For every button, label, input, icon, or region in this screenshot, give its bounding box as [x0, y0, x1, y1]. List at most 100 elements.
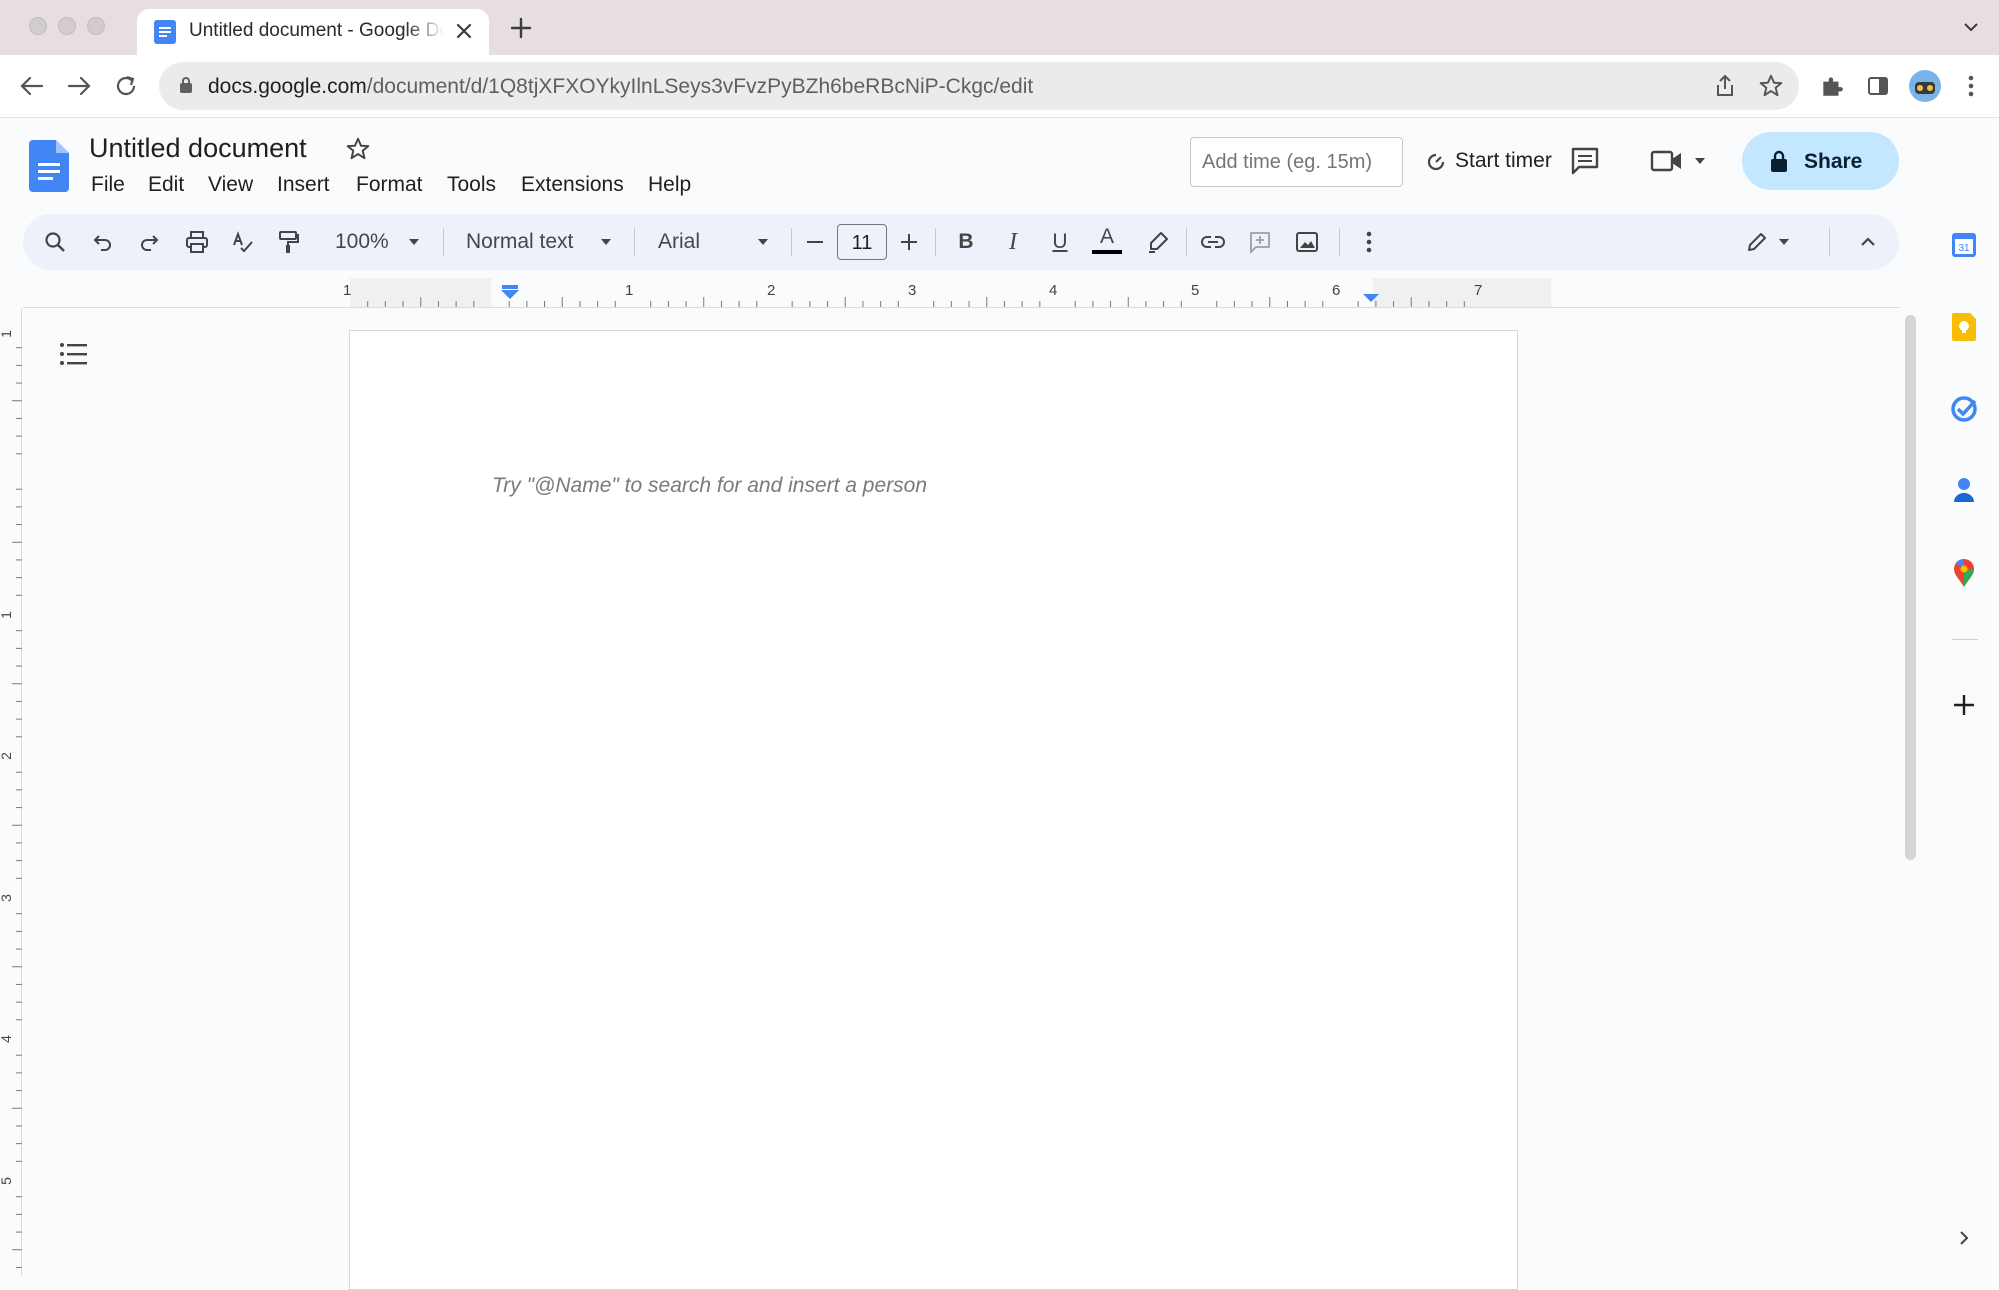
side-panel-icon[interactable] — [1866, 74, 1890, 98]
window-close-button[interactable] — [29, 17, 47, 35]
profile-avatar[interactable] — [1908, 69, 1942, 103]
url-text: docs.google.com/document/d/1Q8tjXFXOYkyI… — [208, 75, 1034, 98]
highlight-pen-icon[interactable] — [1140, 214, 1176, 270]
bookmark-star-icon[interactable] — [1758, 73, 1784, 99]
address-bar[interactable]: docs.google.com/document/d/1Q8tjXFXOYkyI… — [159, 62, 1799, 110]
vertical-scrollbar[interactable] — [1905, 315, 1916, 860]
paint-format-icon[interactable] — [271, 214, 307, 270]
editing-mode-pencil-icon[interactable] — [1739, 214, 1775, 270]
text-color-swatch — [1092, 249, 1122, 254]
add-comment-icon[interactable] — [1242, 214, 1278, 270]
menu-extensions[interactable]: Extensions — [521, 173, 624, 197]
decrease-font-size-icon[interactable] — [800, 214, 830, 270]
more-options-icon[interactable] — [1354, 214, 1384, 270]
share-label: Share — [1804, 150, 1863, 173]
italic-button[interactable]: I — [998, 214, 1028, 270]
svg-text:31: 31 — [1958, 243, 1970, 254]
vertical-ruler[interactable]: 1 1 2 3 4 5 — [0, 308, 22, 1276]
insert-image-icon[interactable] — [1289, 214, 1325, 270]
new-tab-button[interactable] — [509, 16, 533, 40]
menu-help[interactable]: Help — [648, 173, 691, 197]
browser-tab[interactable]: Untitled document - Google Docs — [137, 9, 489, 55]
menu-view[interactable]: View — [208, 173, 253, 197]
start-timer-button[interactable]: Start timer — [1455, 149, 1552, 173]
left-indent-marker — [501, 290, 519, 299]
document-title[interactable]: Untitled document — [89, 133, 307, 164]
menu-file[interactable]: File — [91, 173, 125, 197]
font-select[interactable]: Arial — [658, 214, 738, 270]
paragraph-style-select[interactable]: Normal text — [466, 214, 606, 270]
menu-tools[interactable]: Tools — [447, 173, 496, 197]
meet-camera-icon[interactable] — [1650, 149, 1684, 173]
docs-icon — [154, 20, 176, 44]
ruler-label: 1 — [343, 282, 352, 299]
undo-icon[interactable] — [85, 214, 121, 270]
first-line-indent-marker — [502, 285, 518, 289]
calendar-icon[interactable]: 31 — [1949, 230, 1979, 260]
horizontal-ruler[interactable]: 1 1 2 3 4 5 6 7 — [23, 278, 1899, 308]
text-color-button[interactable]: A — [1089, 214, 1125, 270]
browser-tab-bar: Untitled document - Google Docs — [0, 0, 1999, 55]
insert-link-icon[interactable] — [1195, 214, 1231, 270]
comments-icon[interactable] — [1570, 146, 1600, 176]
increase-font-size-icon[interactable] — [894, 214, 924, 270]
lock-icon — [1769, 149, 1789, 173]
ruler-label: 2 — [767, 282, 776, 299]
tab-search-chevron-icon[interactable] — [1962, 20, 1980, 34]
back-icon[interactable] — [19, 74, 45, 98]
window-zoom-button[interactable] — [87, 17, 105, 35]
lock-icon[interactable] — [179, 76, 193, 94]
zoom-select[interactable]: 100% — [335, 214, 389, 270]
editing-mode-dropdown-icon[interactable] — [1776, 214, 1792, 270]
zoom-dropdown-icon[interactable] — [406, 214, 422, 270]
ruler-label: 2 — [0, 752, 14, 760]
spellcheck-icon[interactable] — [225, 214, 261, 270]
contacts-icon[interactable] — [1949, 475, 1979, 505]
ruler-label: 4 — [0, 1035, 14, 1043]
close-tab-icon[interactable] — [455, 22, 473, 40]
share-button[interactable]: Share — [1742, 132, 1899, 190]
reload-icon[interactable] — [113, 73, 139, 99]
menu-edit[interactable]: Edit — [148, 173, 184, 197]
keep-icon[interactable] — [1949, 312, 1979, 342]
ruler-label: 1 — [0, 611, 14, 619]
document-outline-icon[interactable] — [59, 342, 89, 366]
expand-icon[interactable] — [1949, 1223, 1979, 1253]
meet-dropdown-icon[interactable] — [1693, 156, 1707, 166]
ruler-label: 6 — [1332, 282, 1341, 299]
ruler-ticks — [350, 278, 1551, 307]
maps-icon[interactable] — [1949, 558, 1979, 588]
redo-icon[interactable] — [131, 214, 167, 270]
window-minimize-button[interactable] — [58, 17, 76, 35]
vertical-ruler-ticks — [12, 347, 22, 1268]
style-dropdown-icon[interactable] — [598, 214, 614, 270]
print-icon[interactable] — [179, 214, 215, 270]
search-menus-icon[interactable] — [37, 214, 73, 270]
underline-button[interactable]: U — [1045, 214, 1075, 270]
browser-menu-icon[interactable] — [1967, 73, 1975, 99]
forward-icon[interactable] — [66, 74, 92, 98]
hide-menus-chevron-icon[interactable] — [1853, 214, 1883, 270]
formatting-toolbar: 100% Normal text Arial 11 B I U A — [23, 214, 1899, 270]
star-document-icon[interactable] — [345, 136, 371, 162]
side-panel-divider — [1952, 639, 1978, 640]
docs-home-icon[interactable] — [29, 140, 69, 192]
text-color-label: A — [1099, 224, 1114, 248]
ruler-label: 1 — [625, 282, 634, 299]
timer-icon[interactable] — [1424, 150, 1448, 174]
side-panel: 31 — [1930, 118, 1999, 1276]
font-dropdown-icon[interactable] — [755, 214, 771, 270]
ruler-label: 5 — [0, 1177, 14, 1185]
bold-button[interactable]: B — [951, 214, 981, 270]
document-page[interactable]: Try "@Name" to search for and insert a p… — [349, 330, 1518, 1290]
tasks-icon[interactable] — [1949, 394, 1979, 424]
ruler-label: 1 — [0, 330, 14, 338]
ruler-label: 5 — [1191, 282, 1200, 299]
add-time-input[interactable] — [1190, 137, 1403, 187]
share-page-icon[interactable] — [1714, 74, 1736, 98]
font-size-input[interactable]: 11 — [837, 224, 887, 260]
menu-insert[interactable]: Insert — [277, 173, 330, 197]
add-icon[interactable] — [1949, 690, 1979, 720]
extensions-puzzle-icon[interactable] — [1819, 73, 1845, 99]
menu-format[interactable]: Format — [356, 173, 423, 197]
